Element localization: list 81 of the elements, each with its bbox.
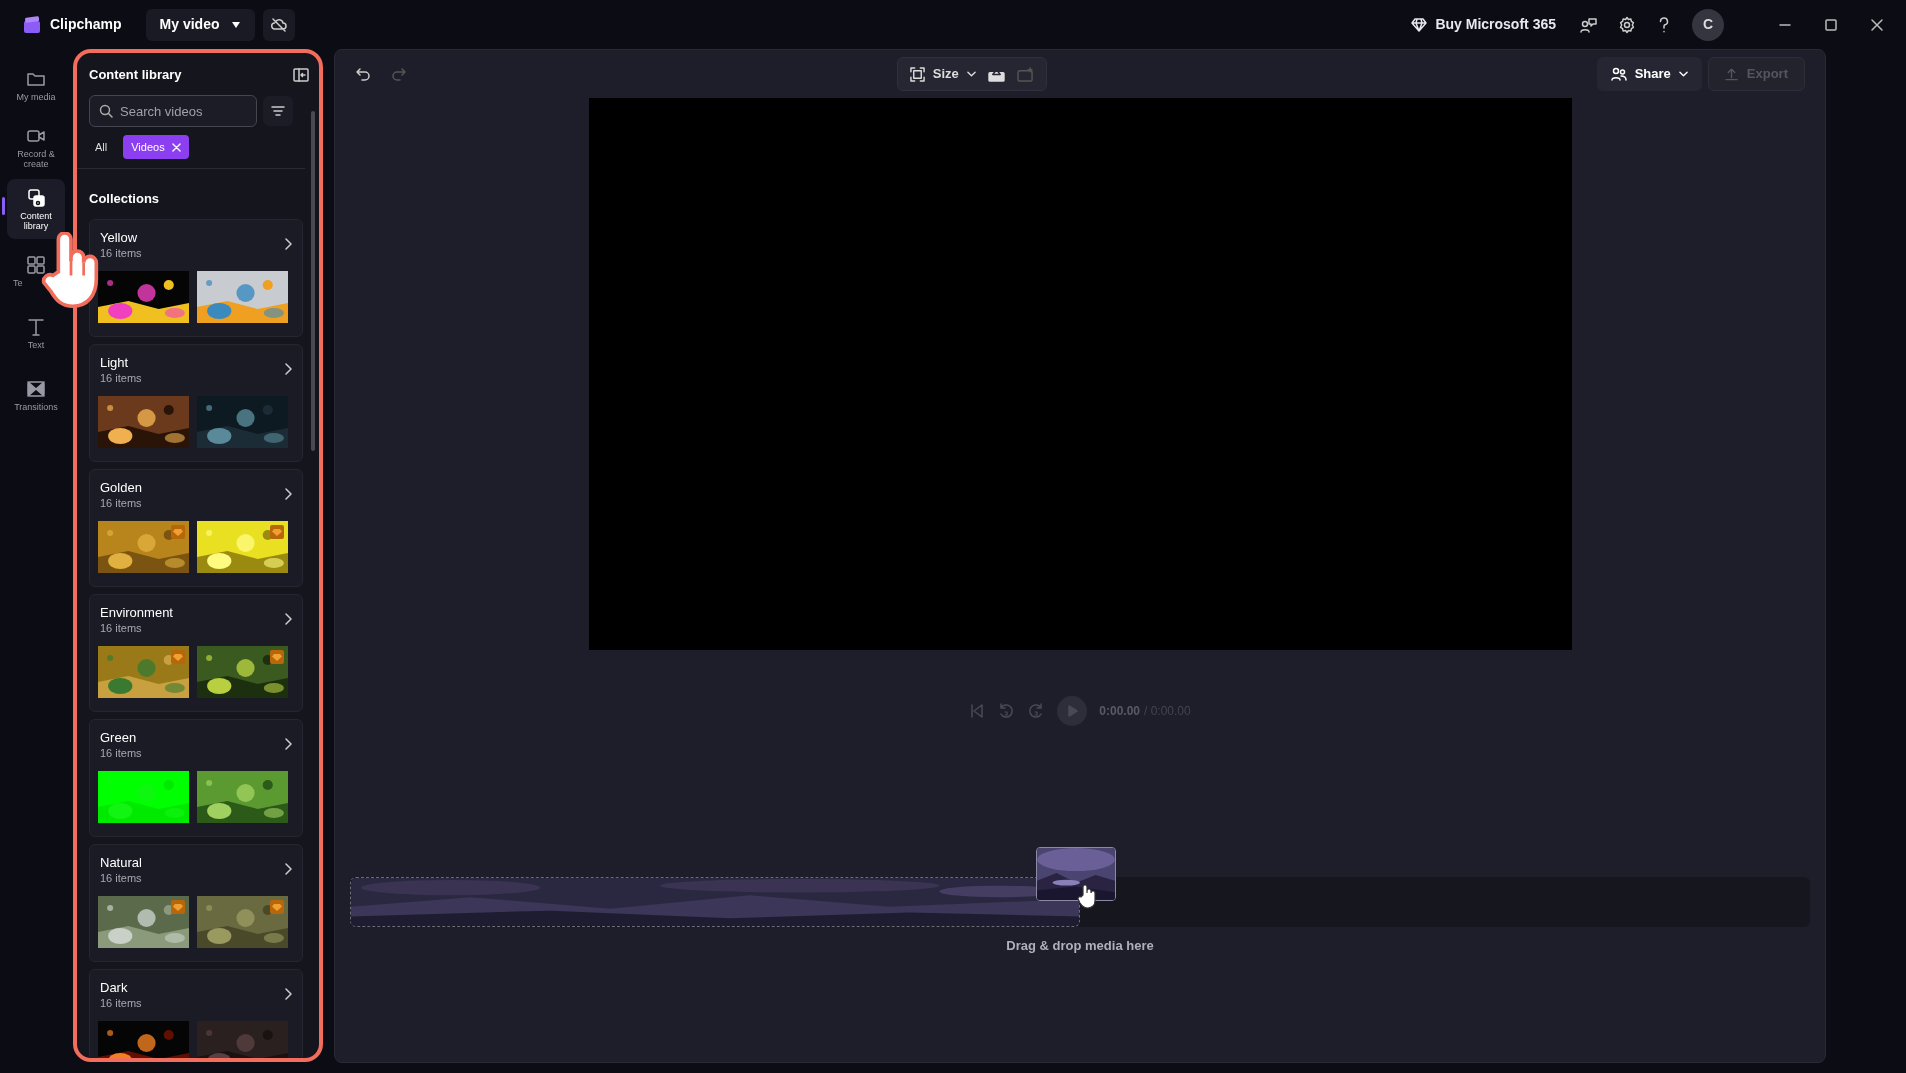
collection-card[interactable]: Yellow 16 items bbox=[89, 218, 303, 337]
item-count: 16 items bbox=[100, 245, 142, 261]
caret-icon bbox=[231, 20, 242, 29]
nav-item[interactable]: Content library bbox=[7, 179, 65, 239]
project-title-dropdown[interactable]: My video bbox=[145, 8, 256, 41]
library-icon bbox=[26, 187, 46, 208]
collection-name: Light bbox=[100, 354, 130, 371]
chevron-right-icon bbox=[284, 987, 292, 1000]
redo-icon bbox=[391, 66, 407, 82]
collection-name: Green bbox=[100, 729, 138, 746]
chevron-right-icon bbox=[284, 362, 292, 375]
text-icon bbox=[26, 316, 46, 337]
cloud-off-button[interactable] bbox=[263, 8, 296, 41]
size-button[interactable]: Size bbox=[909, 64, 976, 84]
collection-card[interactable]: Green 16 items bbox=[89, 718, 303, 837]
settings-icon bbox=[1618, 15, 1636, 34]
close-icon bbox=[1871, 18, 1883, 31]
chevron-right-icon bbox=[284, 612, 292, 625]
collection-name: Yellow bbox=[100, 229, 139, 246]
search-icon bbox=[99, 104, 113, 118]
collection-card[interactable]: Environment 16 items bbox=[89, 593, 303, 712]
grid-icon bbox=[26, 254, 46, 275]
resize-icon bbox=[909, 66, 925, 82]
captions-icon bbox=[1016, 66, 1034, 82]
selection-indicator bbox=[2, 197, 5, 215]
buy-microsoft-365-link[interactable]: Buy Microsoft 365 bbox=[1411, 14, 1556, 35]
collection-card[interactable]: Golden 16 items bbox=[89, 468, 303, 587]
skip-to-start-button[interactable] bbox=[969, 703, 986, 719]
nav-item[interactable]: Text bbox=[7, 303, 65, 363]
nav-item[interactable]: Record & create bbox=[7, 117, 65, 177]
item-count: 16 items bbox=[100, 620, 143, 636]
nav-item[interactable]: Transitions bbox=[7, 365, 65, 425]
item-count: 16 items bbox=[100, 370, 142, 386]
chat-people-icon bbox=[1580, 15, 1598, 34]
skip-back-icon bbox=[969, 703, 986, 719]
collapse-panel-button[interactable] bbox=[293, 68, 309, 82]
chevron-down-icon bbox=[1678, 71, 1688, 77]
panel-title: Content library bbox=[89, 66, 182, 85]
section-heading: Collections bbox=[89, 190, 161, 208]
chevron-down-icon bbox=[966, 71, 976, 77]
feedback-button[interactable] bbox=[1580, 15, 1598, 34]
filter-chip[interactable]: All bbox=[87, 135, 116, 159]
transitions-icon bbox=[26, 378, 46, 399]
chevron-right-icon bbox=[284, 237, 292, 250]
collection-name: Dark bbox=[100, 979, 129, 996]
filter-chip[interactable]: Videos bbox=[123, 135, 189, 159]
nav-item[interactable]: My media bbox=[7, 55, 65, 115]
app-name: Clipchamp bbox=[50, 15, 122, 34]
maximize-icon bbox=[1825, 18, 1837, 31]
rewind-icon bbox=[997, 702, 1016, 720]
item-count: 16 items bbox=[100, 745, 142, 761]
upload-icon bbox=[1724, 67, 1738, 81]
app-logo-icon bbox=[22, 14, 42, 35]
share-button[interactable]: Share bbox=[1596, 57, 1702, 91]
chevron-right-icon bbox=[284, 862, 292, 875]
collection-card[interactable]: Natural 16 items bbox=[89, 843, 303, 962]
collection-card[interactable]: Light 16 items bbox=[89, 343, 303, 462]
filter-button[interactable] bbox=[263, 96, 293, 126]
settings-button[interactable] bbox=[1618, 15, 1636, 34]
item-count: 16 items bbox=[100, 995, 142, 1011]
collection-name: Environment bbox=[100, 604, 173, 621]
drop-hint: Drag & drop media here bbox=[1006, 937, 1154, 955]
people-icon bbox=[1610, 67, 1627, 81]
play-icon bbox=[1066, 705, 1079, 717]
collection-card[interactable]: Dark 16 items bbox=[89, 968, 303, 1058]
chevron-right-icon bbox=[284, 487, 292, 500]
chevron-right-icon bbox=[284, 737, 292, 750]
undo-button[interactable] bbox=[355, 66, 371, 82]
remove-filter-icon bbox=[171, 142, 181, 152]
filter-icon bbox=[271, 105, 285, 117]
account-avatar[interactable]: C bbox=[1692, 8, 1724, 41]
cloud-off-icon bbox=[271, 16, 288, 33]
collection-name: Natural bbox=[100, 854, 142, 871]
current-time: 0:00.00 bbox=[1099, 703, 1140, 720]
diamond-icon bbox=[1411, 17, 1428, 32]
item-count: 16 items bbox=[100, 870, 142, 886]
undo-icon bbox=[355, 66, 371, 82]
item-count: 16 items bbox=[100, 495, 142, 511]
collapse-panel-icon bbox=[293, 68, 309, 82]
collection-name: Golden bbox=[100, 479, 142, 496]
search-field[interactable]: Search videos bbox=[89, 95, 257, 127]
